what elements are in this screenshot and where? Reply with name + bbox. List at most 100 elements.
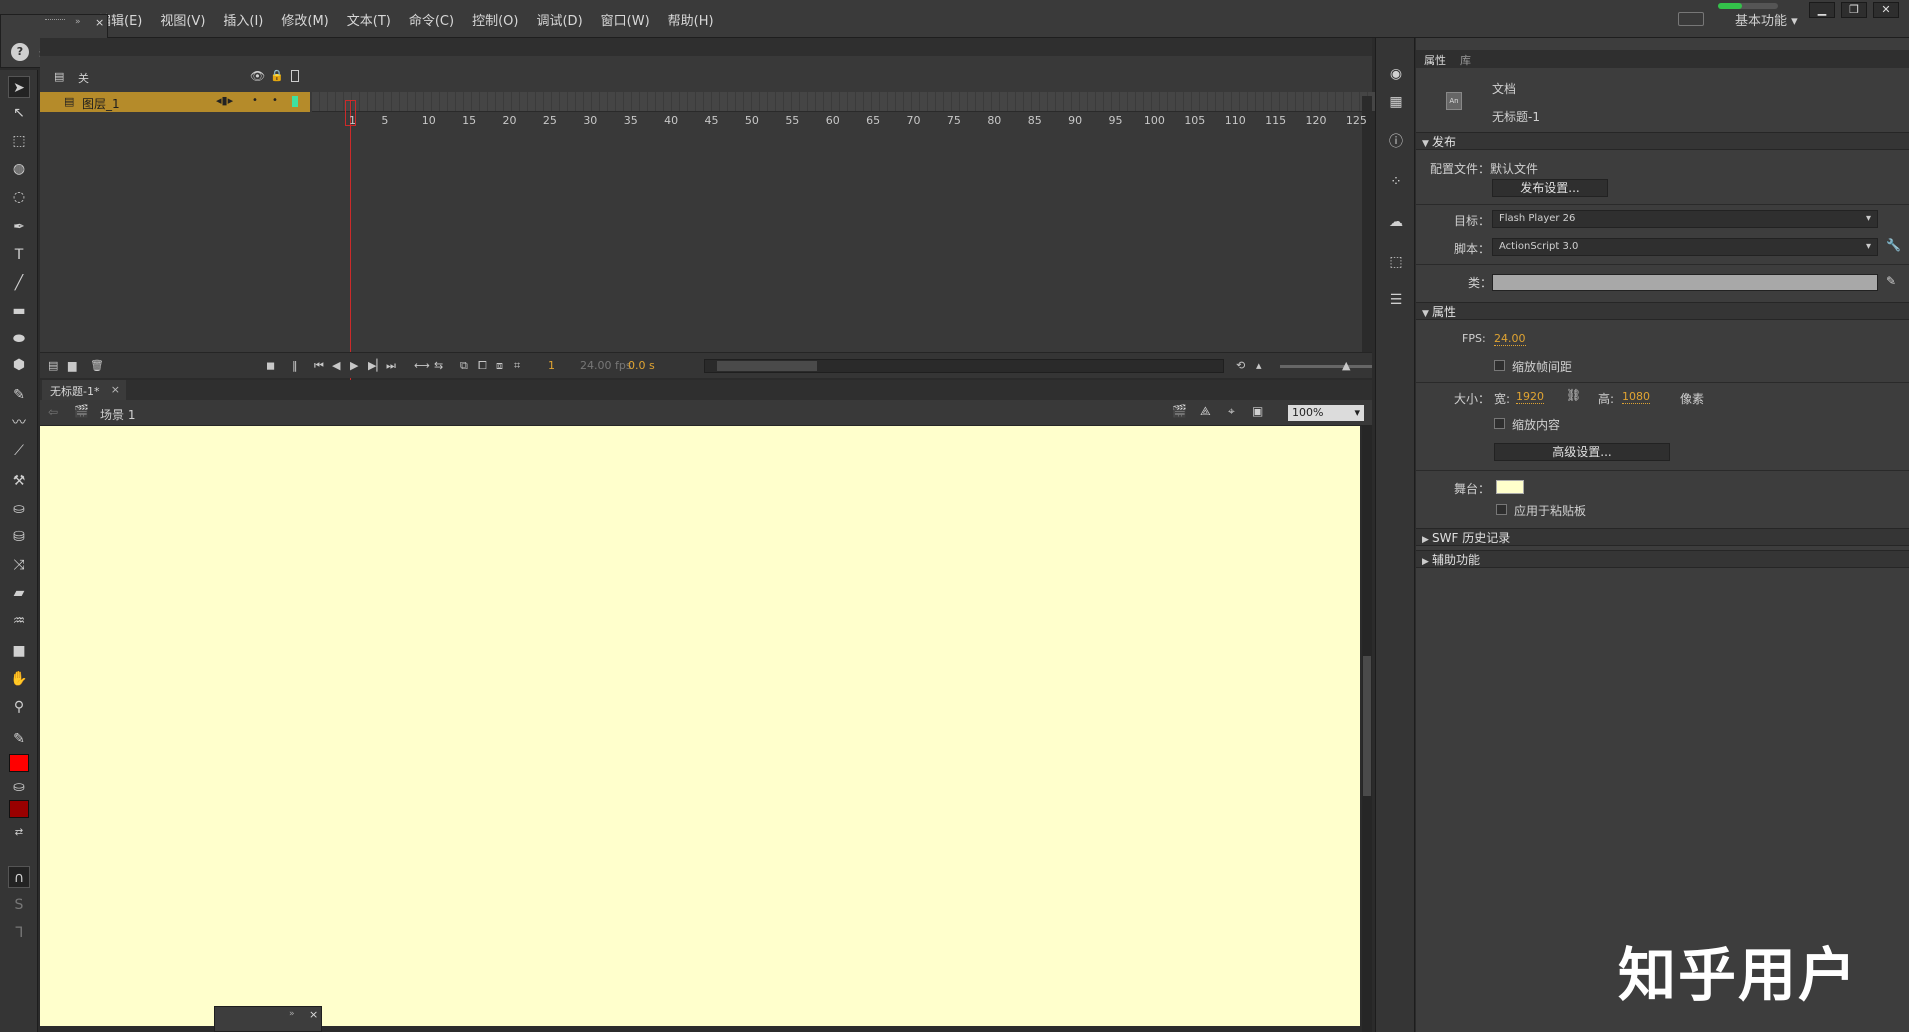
time-readout[interactable]: 0.0 s	[628, 359, 655, 372]
bone-tool-icon[interactable]: ⚒	[8, 470, 30, 492]
menu-text[interactable]: 文本(T)	[347, 10, 391, 29]
play-icon[interactable]: ▶	[350, 359, 358, 372]
cc-libraries-icon[interactable]: ☁	[1386, 212, 1406, 232]
back-arrow-icon[interactable]: ⇦	[48, 405, 58, 419]
paint-bucket-tool-icon[interactable]: ⛀	[8, 498, 30, 520]
timeline-vertical-scrollbar[interactable]	[1362, 96, 1372, 386]
menu-view[interactable]: 视图(V)	[160, 10, 205, 29]
snap-to-objects-icon[interactable]: ∩	[8, 866, 30, 888]
class-input[interactable]	[1492, 274, 1878, 291]
edit-symbols-icon[interactable]: ⟁	[1200, 404, 1211, 419]
width-tool-icon[interactable]: ♒	[8, 610, 30, 632]
oval-tool-icon[interactable]: ⬬	[8, 328, 30, 350]
tab-properties[interactable]: 属性	[1424, 52, 1446, 68]
edit-class-pencil-icon[interactable]: ✎	[1886, 274, 1896, 288]
show-hide-all-icon[interactable]: 👁	[250, 69, 265, 83]
selection-tool-icon[interactable]: ➤	[8, 76, 30, 98]
layer-row[interactable]: ▤ 图层_1 ◂▮▸ • •	[40, 92, 310, 112]
center-frame-icon[interactable]: ⇆	[434, 359, 443, 372]
onion-markers-icon[interactable]: ⌗	[514, 359, 520, 373]
drag-grip[interactable]	[45, 19, 65, 22]
stroke-color-swatch[interactable]	[9, 754, 29, 772]
accessibility-section-header[interactable]: ▶ 辅助功能	[1416, 550, 1909, 568]
height-value[interactable]: 1080	[1622, 390, 1650, 404]
document-tab[interactable]: 无标题-1* ×	[42, 380, 126, 400]
swatches-grid-icon[interactable]: ▦	[1386, 92, 1406, 112]
workspace-switcher[interactable]: 基本功能 ▾	[1735, 10, 1798, 29]
hand-tool-icon[interactable]: ✋	[8, 668, 30, 690]
close-icon[interactable]: ×	[95, 16, 104, 29]
edit-scene-icon[interactable]: 🎬	[1172, 404, 1187, 418]
scale-spans-checkbox[interactable]	[1494, 360, 1505, 371]
advanced-settings-button[interactable]: 高级设置...	[1494, 443, 1670, 461]
first-frame-icon[interactable]: ⏮	[314, 359, 324, 373]
swap-colors-icon[interactable]: ⇄	[8, 822, 30, 844]
stage-canvas[interactable]	[40, 426, 1360, 1026]
scene-name[interactable]: 场景 1	[100, 406, 135, 423]
script-select[interactable]: ActionScript 3.0	[1492, 238, 1878, 256]
menu-insert[interactable]: 插入(I)	[223, 10, 263, 29]
clip-content-icon[interactable]: ▣	[1252, 404, 1263, 418]
zoom-out-icon[interactable]: ▴	[1256, 359, 1262, 372]
camera-icon[interactable]: ◼	[266, 359, 275, 372]
last-frame-icon[interactable]: ⏭	[386, 359, 396, 373]
transform-icon[interactable]: ⬚	[1386, 252, 1406, 272]
onion-outline-icon[interactable]: ⧠	[478, 359, 487, 373]
close-button[interactable]: ✕	[1873, 2, 1899, 18]
info-icon[interactable]: ⓘ	[1386, 132, 1406, 152]
width-value[interactable]: 1920	[1516, 390, 1544, 404]
line-tool-icon[interactable]: ╱	[8, 272, 30, 294]
fill-color-swatch[interactable]	[9, 800, 29, 818]
frame-row[interactable]	[312, 92, 1402, 112]
current-frame-readout[interactable]: 1	[548, 359, 555, 372]
rectangle-tool-icon[interactable]: ▬	[8, 300, 30, 322]
new-folder-icon[interactable]: ▆	[68, 359, 76, 372]
delete-layer-icon[interactable]: 🗑	[90, 359, 104, 372]
camera-tool-icon[interactable]: ■	[8, 640, 30, 662]
collapse-icon[interactable]: »	[75, 17, 81, 27]
scroll-thumb[interactable]	[1363, 656, 1371, 796]
scroll-thumb[interactable]	[717, 361, 817, 371]
restore-button[interactable]: ❐	[1841, 2, 1867, 18]
apply-paste-checkbox[interactable]	[1496, 504, 1507, 515]
edit-multiple-icon[interactable]: ⧈	[496, 359, 503, 373]
swf-history-section-header[interactable]: ▶ SWF 历史记录	[1416, 528, 1909, 546]
minimize-button[interactable]: ▁	[1809, 2, 1835, 18]
menu-debug[interactable]: 调试(D)	[536, 10, 582, 29]
close-tab-icon[interactable]: ×	[111, 383, 120, 396]
next-frame-icon[interactable]: ▶▏	[368, 359, 385, 372]
menu-control[interactable]: 控制(O)	[472, 10, 518, 29]
link-dimensions-icon[interactable]: ⛓	[1566, 388, 1581, 402]
paint-brush-tool-icon[interactable]: 〰	[8, 412, 30, 434]
motion-presets-icon[interactable]: ⁘	[1386, 172, 1406, 192]
menu-window[interactable]: 窗口(W)	[601, 10, 650, 29]
sync-settings-icon[interactable]	[1678, 12, 1704, 26]
layer-name[interactable]: 图层_1	[82, 95, 120, 112]
new-layer-icon[interactable]: ▤	[48, 359, 58, 372]
publish-settings-button[interactable]: 发布设置...	[1492, 179, 1608, 197]
free-transform-tool-icon[interactable]: ⬚	[8, 130, 30, 152]
lasso-tool-icon[interactable]: ◌	[8, 186, 30, 208]
align-icon[interactable]: ☰	[1386, 290, 1406, 310]
timeline-horizontal-scrollbar[interactable]	[704, 359, 1224, 373]
eyedropper-tool-icon[interactable]: ⤨	[8, 554, 30, 576]
timeline-zoom-slider[interactable]	[1280, 365, 1372, 368]
prev-frame-icon[interactable]: ◀	[332, 359, 340, 372]
menu-help[interactable]: 帮助(H)	[668, 10, 714, 29]
3d-rotation-tool-icon[interactable]: ◍	[8, 158, 30, 180]
reset-zoom-icon[interactable]: ⟲	[1236, 359, 1245, 372]
color-palette-icon[interactable]: ◉	[1386, 64, 1406, 84]
center-stage-icon[interactable]: ⌖	[1228, 404, 1235, 419]
scale-content-checkbox[interactable]	[1494, 418, 1505, 429]
menu-modify[interactable]: 修改(M)	[281, 10, 328, 29]
zoom-in-icon[interactable]: ▲	[1342, 359, 1350, 372]
lock-all-icon[interactable]: 🔒	[270, 69, 284, 82]
fps-readout[interactable]: 24.00 fps	[580, 359, 632, 372]
outline-color-icon[interactable]	[292, 96, 298, 107]
polystar-tool-icon[interactable]: ⬢	[8, 354, 30, 376]
expand-icon[interactable]: »	[289, 1009, 295, 1019]
pen-tool-icon[interactable]: ✒	[8, 216, 30, 238]
wrench-icon[interactable]: 🔧	[1886, 238, 1901, 252]
stage-vertical-scrollbar[interactable]	[1362, 426, 1372, 1032]
outline-all-icon[interactable]	[291, 70, 299, 82]
